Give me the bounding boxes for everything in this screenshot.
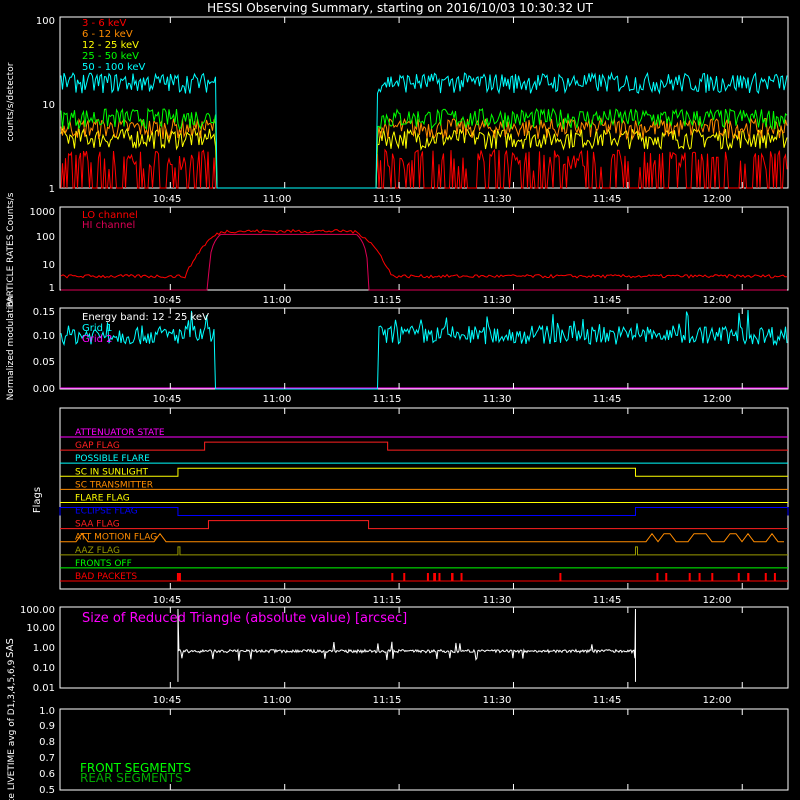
xtick-label: 10:45: [153, 695, 182, 706]
xtick-label: 11:45: [593, 394, 622, 405]
xtick-label: 11:15: [373, 595, 402, 606]
legend-label-grid-2: Grid 2: [82, 334, 113, 345]
sas-ytick: 1.00: [33, 643, 55, 654]
flag-label: SAA FLAG: [75, 520, 120, 530]
xtick-label: 11:30: [483, 394, 512, 405]
sas-ytick: 10.00: [26, 623, 55, 634]
sas-ytick: 0.10: [33, 663, 55, 674]
xtick-label: 12:00: [703, 595, 732, 606]
modulation-ytick: 0.00: [33, 384, 55, 395]
livetime-ytick: 0.9: [39, 721, 55, 732]
flag-label: ATTENUATOR STATE: [75, 428, 165, 438]
particle-rates-ytick: 100: [36, 232, 55, 243]
particle-rates-ytick: 1000: [30, 207, 55, 218]
livetime-ylabel: Mon. Rate LIVETIME avg of D1,3,4,5,6,9: [7, 659, 17, 800]
particle-rates-ytick: 1: [49, 283, 55, 294]
xtick-label: 11:00: [263, 394, 292, 405]
particle-rates-ytick: 10: [42, 260, 55, 271]
count-rates-ytick: 1: [49, 184, 55, 195]
legend-label-50-100-kev: 50 - 100 keV: [82, 62, 146, 73]
flag-label: GAP FLAG: [75, 441, 120, 451]
xtick-label: 11:15: [373, 394, 402, 405]
legend-label-25-50-kev: 25 - 50 keV: [82, 51, 139, 62]
flag-label: POSSIBLE FLARE: [75, 454, 150, 464]
livetime-ytick: 0.8: [39, 737, 55, 748]
sas-annotation: Size of Reduced Triangle (absolute value…: [82, 611, 407, 626]
xtick-label: 11:15: [373, 295, 402, 306]
xtick-label: 11:30: [483, 595, 512, 606]
xtick-label: 11:15: [373, 194, 402, 205]
xtick-label: 10:45: [153, 394, 182, 405]
xtick-label: 11:45: [593, 595, 622, 606]
xtick-label: 11:30: [483, 194, 512, 205]
xtick-label: 11:00: [263, 194, 292, 205]
modulation-ytick: 0.10: [33, 331, 55, 342]
livetime-ytick: 1.0: [39, 706, 55, 717]
livetime-ytick: 0.7: [39, 753, 55, 764]
xtick-label: 11:45: [593, 695, 622, 706]
xtick-label: 11:30: [483, 695, 512, 706]
hessi-summary-figure: HESSI Observing Summary, starting on 201…: [0, 0, 800, 800]
xtick-label: 12:00: [703, 394, 732, 405]
legend-label-3-6-kev: 3 - 6 keV: [82, 18, 126, 29]
flag-label: ECLIPSE FLAG: [75, 507, 138, 517]
modulation-ytick: 0.15: [33, 307, 55, 318]
xtick-label: 11:45: [593, 295, 622, 306]
xtick-label: 11:00: [263, 695, 292, 706]
legend-label-hi-channel: HI channel: [82, 220, 135, 231]
legend-label-rear-segments: REAR SEGMENTS: [80, 771, 183, 785]
particle-rates-ylabel: PARTICLE RATES Counts/s: [6, 192, 16, 307]
flag-label: FLARE FLAG: [75, 493, 130, 503]
legend-label-6-12-kev: 6 - 12 keV: [82, 29, 133, 40]
modulation-ytick: 0.05: [33, 357, 55, 368]
flag-label: SC IN SUNLIGHT: [75, 467, 149, 477]
xtick-label: 10:45: [153, 295, 182, 306]
legend-label-grid-1: Grid 1: [82, 323, 113, 334]
xtick-label: 11:30: [483, 295, 512, 306]
xtick-label: 11:00: [263, 595, 292, 606]
xtick-label: 10:45: [153, 595, 182, 606]
modulation-energy-band-label: Energy band: 12 - 25 keV: [82, 312, 209, 323]
flag-label: AAZ FLAG: [75, 546, 120, 556]
sas-ylabel: SAS: [5, 638, 16, 658]
count-rates-ylabel: counts/s/detector: [6, 62, 16, 141]
xtick-label: 11:00: [263, 295, 292, 306]
xtick-label: 10:45: [153, 194, 182, 205]
sas-ytick: 0.01: [33, 683, 55, 694]
livetime-ytick: 0.5: [39, 785, 55, 796]
flag-label: SC TRANSMITTER: [75, 480, 153, 490]
count-rates-ytick: 10: [42, 100, 55, 111]
sas-ytick: 100.00: [20, 605, 55, 616]
xtick-label: 12:00: [703, 295, 732, 306]
livetime-ytick: 0.6: [39, 769, 55, 780]
xtick-label: 11:15: [373, 695, 402, 706]
legend-label-12-25-kev: 12 - 25 keV: [82, 40, 139, 51]
flags-ylabel: Flags: [32, 487, 43, 513]
count-rates-ytick: 100: [36, 16, 55, 27]
modulation-ylabel: Normalized modulation: [6, 296, 16, 401]
xtick-label: 12:00: [703, 695, 732, 706]
xtick-label: 12:00: [703, 194, 732, 205]
flag-label: ATT MOTION FLAG: [75, 533, 157, 543]
flag-label: BAD PACKETS: [75, 572, 137, 582]
figure-title: HESSI Observing Summary, starting on 201…: [207, 1, 593, 15]
xtick-label: 11:45: [593, 194, 622, 205]
flag-label: FRONTS OFF: [75, 559, 132, 569]
